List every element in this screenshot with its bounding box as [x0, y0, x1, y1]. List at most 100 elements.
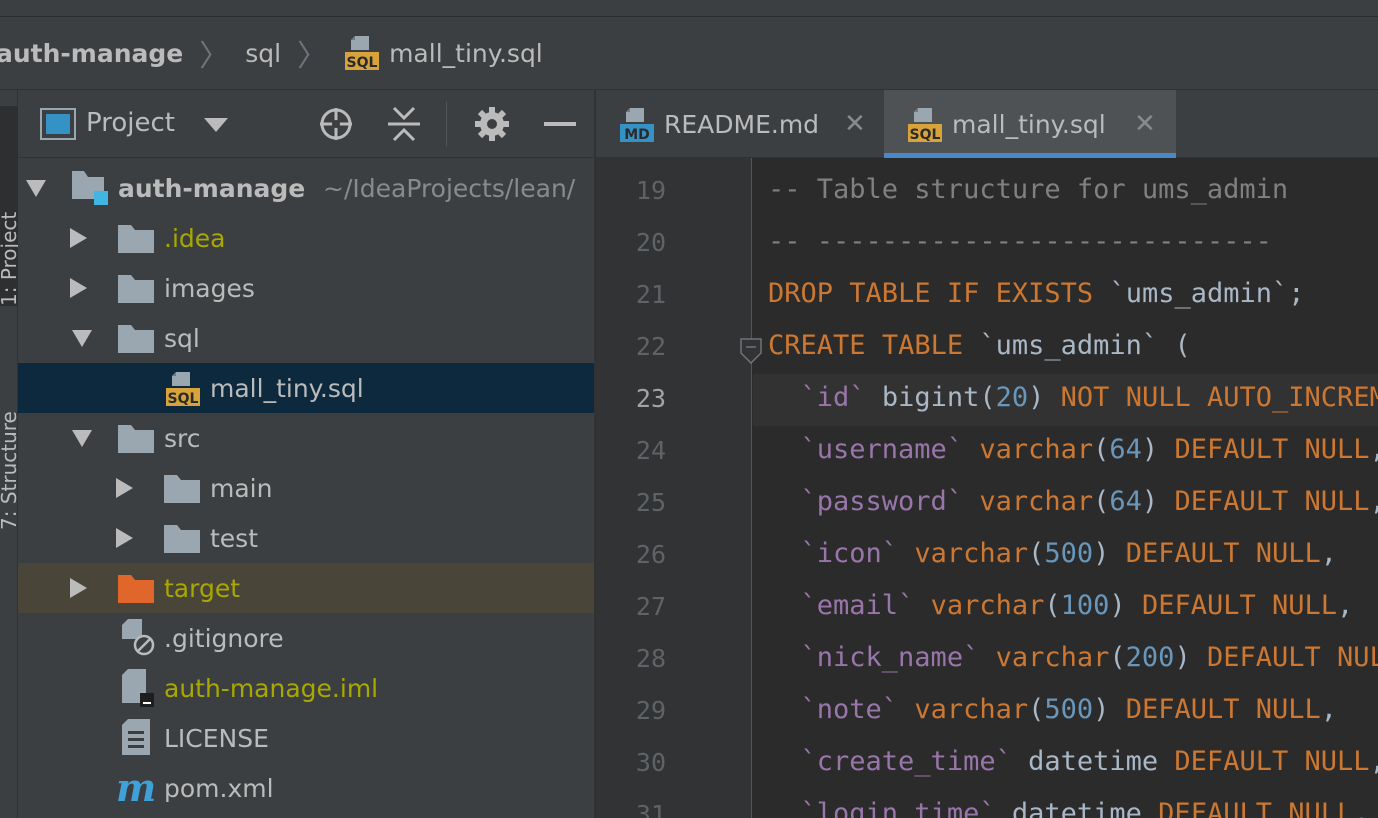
- locate-target-icon[interactable]: [318, 106, 354, 142]
- maven-icon: m: [116, 765, 157, 810]
- text-file-icon: [122, 719, 150, 755]
- editor-tab-bar: MD README.md ✕ SQL mall_tiny.sql ✕: [596, 90, 1378, 158]
- breadcrumb-separator-icon: 〉: [199, 39, 230, 74]
- tree-item-label: test: [210, 523, 259, 553]
- code-line: `login_time` datetime DEFAULT NULL,: [800, 798, 1370, 818]
- expand-arrow-icon[interactable]: [72, 430, 92, 447]
- tree-item-gitignore[interactable]: .gitignore: [18, 613, 594, 663]
- expand-arrow-icon[interactable]: [116, 478, 133, 498]
- folder-icon: [164, 475, 200, 503]
- tree-item-sql[interactable]: sql: [18, 313, 594, 363]
- folder-icon: [118, 325, 154, 353]
- line-number: 20: [635, 228, 666, 257]
- tree-item-label: .idea: [164, 223, 226, 253]
- tab-label: README.md: [664, 109, 820, 139]
- breadcrumb-file-label: mall_tiny.sql: [389, 38, 543, 68]
- close-icon[interactable]: ✕: [1134, 109, 1156, 139]
- code-line: -- ----------------------------: [768, 226, 1272, 257]
- tree-root-auth-manage[interactable]: auth-manage ~/IdeaProjects/lean/: [18, 163, 594, 213]
- tree-item-images[interactable]: images: [18, 263, 594, 313]
- svg-text:MD: MD: [624, 127, 650, 143]
- code-line: DROP TABLE IF EXISTS `ums_admin`;: [768, 278, 1305, 309]
- tree-item-label: src: [164, 423, 201, 453]
- tab-label: mall_tiny.sql: [952, 109, 1106, 139]
- expand-arrow-icon[interactable]: [116, 528, 133, 548]
- collapse-all-icon[interactable]: [388, 106, 420, 142]
- structure-tool-tab[interactable]: 7: Structure: [0, 330, 21, 530]
- svg-text:SQL: SQL: [910, 127, 941, 143]
- tree-item-label: sql: [164, 323, 200, 353]
- svg-text:SQL: SQL: [168, 391, 199, 407]
- line-number: 27: [635, 592, 666, 621]
- project-panel-title[interactable]: Project: [86, 108, 175, 138]
- folder-icon: [164, 525, 200, 553]
- expand-arrow-icon[interactable]: [70, 278, 87, 298]
- breadcrumb: auth-manage 〉 sql 〉 SQL mall_tiny.sql: [0, 17, 1378, 90]
- tab-readme[interactable]: MD README.md ✕: [596, 90, 884, 158]
- line-number-gutter: 19 20 21 22 23 24 25 26 27 28 29 30 31: [596, 158, 762, 818]
- code-line: `id` bigint(20) NOT NULL AUTO_INCREMENT,: [800, 382, 1378, 413]
- tree-item-label: LICENSE: [164, 723, 269, 753]
- line-number: 30: [635, 748, 666, 777]
- expand-arrow-icon[interactable]: [72, 330, 92, 347]
- minimize-icon[interactable]: [544, 122, 576, 126]
- code-line: `nick_name` varchar(200) DEFAULT NULL,: [800, 642, 1378, 673]
- tree-item-src[interactable]: src: [18, 413, 594, 463]
- tree-root-label: auth-manage: [118, 173, 306, 203]
- tree-item-label: pom.xml: [164, 773, 274, 803]
- ignore-file-icon: [122, 619, 155, 656]
- toolbar-divider: [446, 102, 447, 146]
- tree-item-iml[interactable]: auth-manage.iml: [18, 663, 594, 713]
- breadcrumb-separator-icon: 〉: [297, 39, 328, 74]
- project-panel-toolbar: Project: [18, 90, 594, 158]
- project-tool-tab[interactable]: 1: Project: [0, 106, 21, 306]
- tree-item-idea[interactable]: .idea: [18, 213, 594, 263]
- folder-icon: [118, 425, 154, 453]
- line-number: 26: [635, 540, 666, 569]
- code-line: `icon` varchar(500) DEFAULT NULL,: [800, 538, 1338, 569]
- tree-item-label: images: [164, 273, 255, 303]
- expand-arrow-icon[interactable]: [26, 180, 46, 197]
- chevron-down-icon[interactable]: [204, 118, 228, 132]
- code-line: `note` varchar(500) DEFAULT NULL,: [800, 694, 1338, 725]
- project-panel: Project auth-manage ~/IdeaProjects/lean/…: [18, 90, 596, 818]
- breadcrumb-file[interactable]: SQL mall_tiny.sql: [343, 34, 543, 72]
- expand-arrow-icon[interactable]: [70, 578, 87, 598]
- editor-area: MD README.md ✕ SQL mall_tiny.sql ✕ 19 20…: [596, 90, 1378, 818]
- line-number: 21: [635, 280, 666, 309]
- tree-item-label: main: [210, 473, 273, 503]
- line-number: 29: [635, 696, 666, 725]
- code-line: `password` varchar(64) DEFAULT NULL,: [800, 486, 1378, 517]
- line-number: 25: [635, 488, 666, 517]
- svg-text:SQL: SQL: [347, 55, 378, 71]
- line-number: 28: [635, 644, 666, 673]
- line-number: 24: [635, 436, 666, 465]
- code-line: CREATE TABLE `ums_admin` (: [768, 330, 1191, 361]
- tab-mall-tiny-sql[interactable]: SQL mall_tiny.sql ✕: [884, 90, 1176, 158]
- tree-root-path: ~/IdeaProjects/lean/: [323, 173, 576, 203]
- sql-file-icon: SQL: [345, 36, 380, 71]
- code-line: -- Table structure for ums_admin: [768, 174, 1289, 205]
- code-line: `email` varchar(100) DEFAULT NULL,: [800, 590, 1354, 621]
- tree-item-pom[interactable]: m pom.xml: [18, 763, 594, 813]
- tree-item-label: .gitignore: [164, 623, 284, 653]
- sql-file-icon: SQL: [166, 372, 200, 407]
- breadcrumb-project[interactable]: auth-manage: [0, 39, 183, 68]
- expand-arrow-icon[interactable]: [70, 228, 87, 248]
- line-number-current: 23: [635, 384, 666, 413]
- folder-icon: [118, 225, 154, 253]
- tree-item-label: auth-manage.iml: [164, 673, 379, 703]
- gear-icon[interactable]: [474, 106, 510, 142]
- excluded-folder-icon: [118, 575, 154, 603]
- breadcrumb-folder[interactable]: sql: [245, 39, 281, 68]
- tree-item-mall-tiny-sql[interactable]: SQL mall_tiny.sql: [18, 363, 594, 413]
- code-view[interactable]: -- Table structure for ums_admin -- -----…: [753, 158, 1378, 818]
- sql-file-icon: SQL: [908, 108, 942, 143]
- project-view-icon: [40, 108, 76, 140]
- tree-item-license[interactable]: LICENSE: [18, 713, 594, 763]
- close-icon[interactable]: ✕: [844, 109, 866, 139]
- tool-window-strip: 1: Project 7: Structure: [0, 90, 21, 818]
- tree-item-test[interactable]: test: [18, 513, 594, 563]
- tree-item-target[interactable]: target: [18, 563, 594, 613]
- tree-item-main[interactable]: main: [18, 463, 594, 513]
